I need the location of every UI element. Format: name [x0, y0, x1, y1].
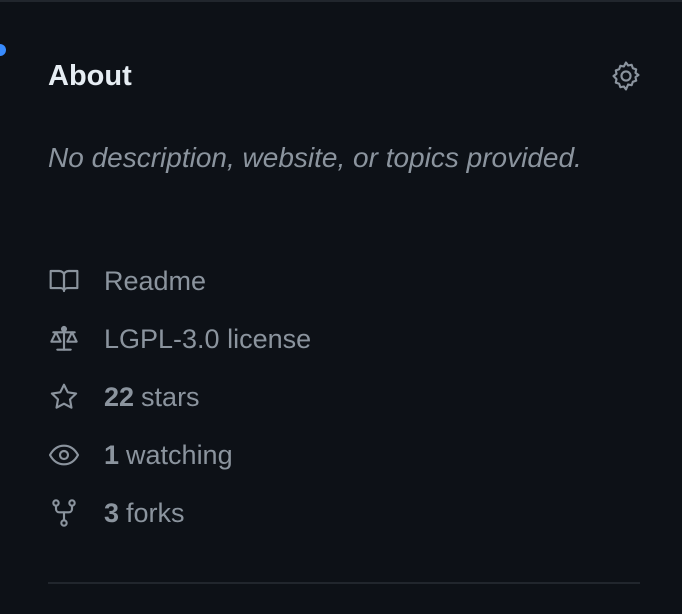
- stars-label: stars: [141, 382, 200, 412]
- about-panel: About No description, website, or topics…: [0, 0, 682, 614]
- readme-link[interactable]: Readme: [48, 258, 311, 304]
- forks-count: 3: [104, 498, 120, 528]
- settings-button[interactable]: [608, 58, 644, 94]
- about-description: No description, website, or topics provi…: [48, 142, 582, 173]
- section-divider: [48, 582, 640, 584]
- star-icon: [48, 381, 80, 413]
- repo-meta-list: Readme LGPL-3.0 license 22 stars 1 watch…: [48, 258, 311, 548]
- watching-count: 1: [104, 440, 120, 470]
- gear-icon: [612, 61, 640, 91]
- readme-label: Readme: [104, 266, 207, 296]
- law-icon: [48, 323, 80, 355]
- watching-link[interactable]: 1 watching: [48, 432, 311, 478]
- forks-link[interactable]: 3 forks: [48, 490, 311, 536]
- forks-label: forks: [126, 498, 185, 528]
- about-title: About: [48, 60, 132, 92]
- forks-text: 3 forks: [104, 490, 185, 536]
- watching-text: 1 watching: [104, 432, 233, 478]
- book-icon: [48, 265, 80, 297]
- eye-icon: [48, 439, 80, 471]
- license-link[interactable]: LGPL-3.0 license: [48, 316, 311, 362]
- stars-link[interactable]: 22 stars: [48, 374, 311, 420]
- fork-icon: [48, 497, 80, 529]
- about-header: About: [48, 54, 642, 98]
- focus-indicator: [0, 44, 6, 56]
- stars-count: 22: [104, 382, 135, 412]
- license-label: LGPL-3.0 license: [104, 324, 312, 354]
- watching-label: watching: [126, 440, 233, 470]
- stars-text: 22 stars: [104, 374, 200, 420]
